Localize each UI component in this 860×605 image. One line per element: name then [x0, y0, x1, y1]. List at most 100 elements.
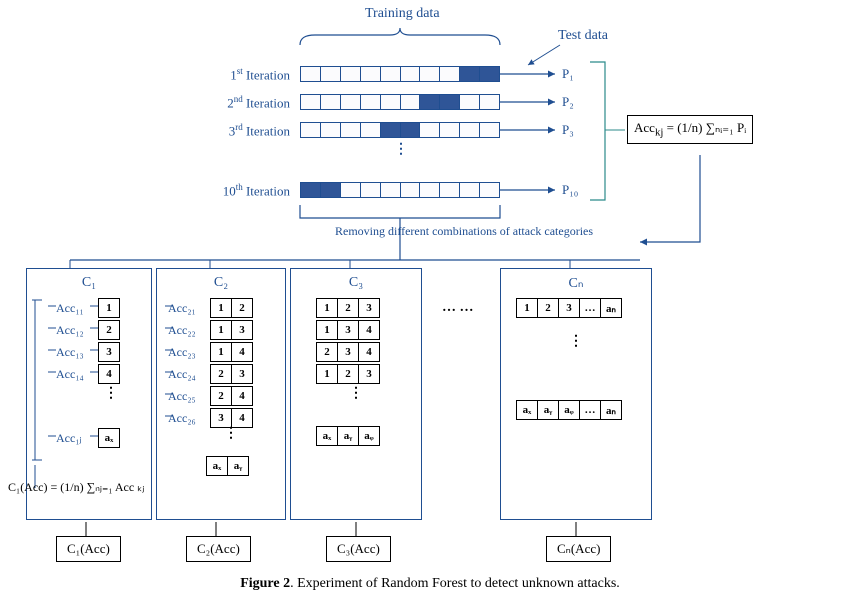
chip: 3: [358, 298, 380, 318]
split-cell: [301, 123, 321, 137]
chip: 2: [210, 364, 232, 384]
chip: 2: [231, 298, 253, 318]
chip: aₓ: [98, 428, 120, 448]
chip: 3: [231, 320, 253, 340]
caption-body: . Experiment of Random Forest to detect …: [290, 576, 620, 591]
chip-row: 123…aₙ: [516, 298, 621, 318]
split-cell: [301, 95, 321, 109]
split-cell: [361, 95, 381, 109]
chip: 3: [558, 298, 580, 318]
iteration-ellipsis: ⋮: [395, 148, 407, 152]
acc-label: Acc₁₂: [56, 323, 94, 338]
split-cell: [460, 183, 480, 197]
p3-label: P₃: [562, 122, 574, 138]
chip: 4: [231, 408, 253, 428]
iteration-2-label: 2nd Iteration: [195, 94, 290, 111]
acc-row: Acc₁₄4: [56, 364, 120, 384]
chip-row: 34: [210, 408, 252, 428]
chip-row: 134: [316, 320, 379, 340]
split-cell: [321, 123, 341, 137]
cn-last-row: aₓaᵧaᵩ…aₙ: [516, 400, 621, 420]
split-cell: [420, 183, 440, 197]
chip: aₓ: [316, 426, 338, 446]
acc-label: Acc₁₃: [56, 345, 94, 360]
split-cell: [301, 183, 321, 197]
split-cell: [420, 95, 440, 109]
chip-row: aₓaᵧaᵩ…aₙ: [516, 400, 621, 420]
split-bar-1: [300, 66, 500, 82]
chip: 1: [210, 298, 232, 318]
split-cell: [420, 67, 440, 81]
c3-ellipsis: ⋮: [350, 392, 362, 396]
split-cell: [341, 67, 361, 81]
split-cell: [480, 123, 499, 137]
c1-output: C₁(Acc): [56, 536, 121, 562]
split-cell: [321, 95, 341, 109]
split-cell: [301, 67, 321, 81]
chip: 2: [210, 386, 232, 406]
split-bar-3: [300, 122, 500, 138]
chip-row: 234: [316, 342, 379, 362]
chip-row-c3: 123: [316, 298, 379, 318]
chip-row: 123: [316, 298, 379, 318]
acc-label: Acc₁ⱼ: [56, 431, 94, 446]
chip-row-cn: 123…aₙ: [516, 298, 621, 318]
panels-ellipsis: … …: [442, 300, 474, 316]
split-cell: [401, 123, 421, 137]
chip: aᵩ: [358, 426, 380, 446]
split-cell: [381, 95, 401, 109]
split-cell: [440, 67, 460, 81]
chip: aₙ: [600, 298, 622, 318]
acc-row: Acc₁ⱼ aₓ: [56, 428, 120, 448]
split-cell: [480, 67, 499, 81]
c3-last-row: aₓaᵧaᵩ: [316, 426, 379, 446]
split-cell: [460, 67, 480, 81]
acc-row: Acc₁₃3: [56, 342, 120, 362]
split-cell: [401, 183, 421, 197]
acc-row: Acc₂₅ 24: [168, 386, 252, 406]
acc-label: Acc₂₆: [168, 411, 206, 426]
chip: aᵧ: [227, 456, 249, 476]
chip: 3: [231, 364, 253, 384]
chip-row: 123: [316, 364, 379, 384]
chip: aᵧ: [537, 400, 559, 420]
acc-row: Acc₂₄23: [168, 364, 252, 384]
c3-output: C₃(Acc): [326, 536, 391, 562]
caption-prefix: Figure 2: [240, 576, 290, 591]
acc-row: Acc₂₁12: [168, 298, 252, 318]
split-cell: [401, 95, 421, 109]
acc-label: Acc₂₅: [168, 389, 206, 404]
chip: 1: [516, 298, 538, 318]
c1-ellipsis: ⋮: [105, 392, 117, 396]
chip: 1: [210, 342, 232, 362]
acc-row: Acc₁₁1: [56, 298, 120, 318]
acc-row: Acc₂₂13: [168, 320, 252, 340]
chip-row: aₓaᵧaᵩ: [316, 426, 379, 446]
chip-row-c3: 123: [316, 364, 379, 384]
chip: 1: [316, 364, 338, 384]
split-cell: [440, 95, 460, 109]
c1-formula: C₁(Acc) = (1/n) ∑ₙⱼ₌₁ Acc ₖⱼ: [8, 480, 144, 495]
chip: 3: [337, 342, 359, 362]
chip-row-c3: 234: [316, 342, 379, 362]
split-cell: [361, 123, 381, 137]
p1-label: P₁: [562, 66, 574, 82]
chip: 4: [231, 386, 253, 406]
acc-formula-box: Acckj = (1/n) ∑ₙᵢ₌₁ Pᵢ: [627, 115, 753, 144]
chip: aₓ: [206, 456, 228, 476]
split-cell: [321, 183, 341, 197]
removing-label: Removing different combinations of attac…: [335, 224, 593, 239]
chip: 2: [316, 342, 338, 362]
split-cell: [460, 123, 480, 137]
acc-row: Acc₂₆ 34: [168, 408, 252, 428]
split-cell: [420, 123, 440, 137]
p2-label: P₂: [562, 94, 574, 110]
chip-row-c3: 134: [316, 320, 379, 340]
c2-last-row: aₓaᵧ: [206, 456, 248, 476]
split-cell: [341, 123, 361, 137]
split-cell: [341, 95, 361, 109]
chip: 3: [210, 408, 232, 428]
chip: 3: [337, 320, 359, 340]
split-bar-2: [300, 94, 500, 110]
chip: 2: [98, 320, 120, 340]
